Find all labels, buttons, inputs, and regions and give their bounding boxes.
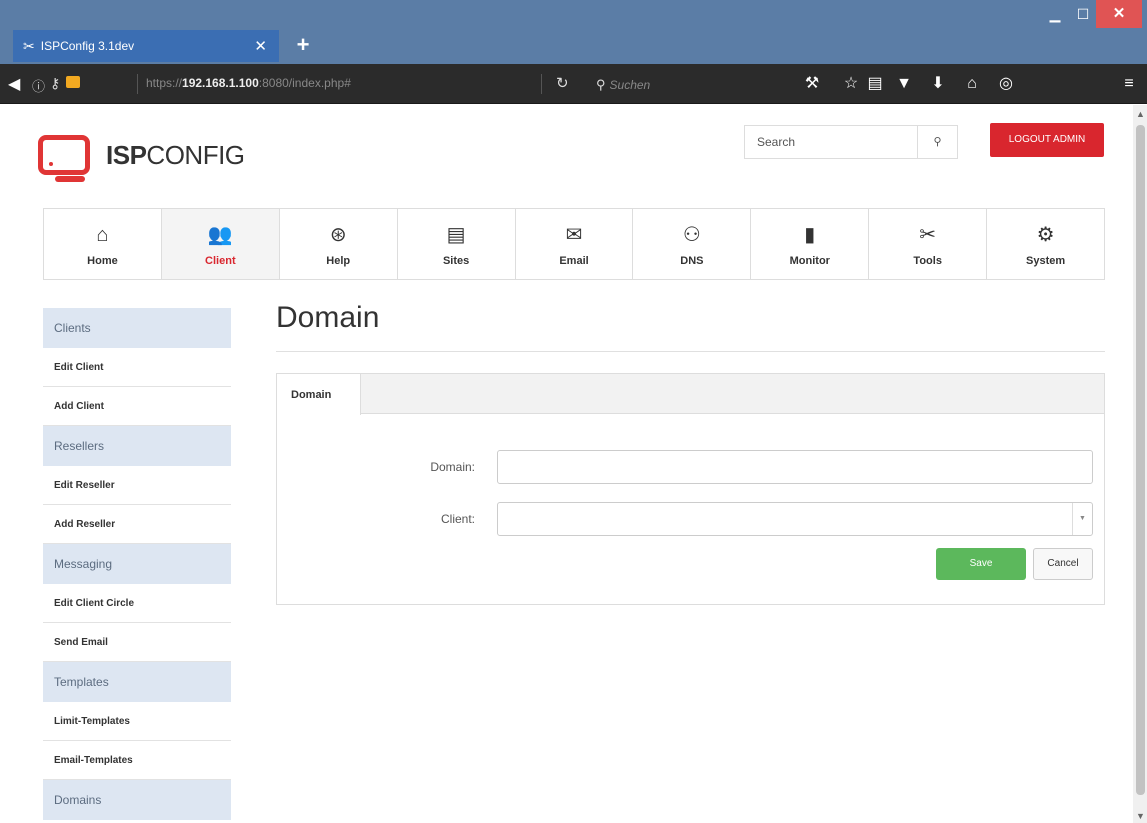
sidebar-header-resellers: Resellers — [43, 426, 231, 466]
menu-icon[interactable]: ≡ — [1118, 73, 1140, 95]
nav-item-sites[interactable]: ▤ Sites — [398, 209, 516, 279]
bookmark-star-icon[interactable]: ☆ — [840, 73, 862, 95]
browser-search-placeholder: Suchen — [609, 78, 651, 92]
client-select[interactable]: ▼ — [497, 502, 1093, 536]
sites-icon: ▤ — [446, 224, 466, 246]
cancel-button[interactable]: Cancel — [1033, 548, 1093, 580]
tools-icon: ✂ — [23, 37, 35, 54]
logo-wordmark: ISPCONFIG — [106, 140, 245, 170]
form-tab-strip — [277, 374, 1104, 414]
logo[interactable]: ISPCONFIG — [38, 133, 298, 183]
browser-navbar: ◀ ⓘ ⚷ https://192.168.1.100:8080/index.p… — [0, 64, 1147, 104]
sidebar-item-edit-reseller[interactable]: Edit Reseller — [43, 466, 231, 505]
separator — [541, 74, 542, 94]
nav-item-system[interactable]: ⚙ System — [987, 209, 1104, 279]
nav-item-email[interactable]: ✉ Email — [516, 209, 634, 279]
save-button[interactable]: Save — [936, 548, 1026, 580]
scroll-up-icon[interactable]: ▲ — [1136, 109, 1145, 119]
browser-search-box[interactable]: ⚲ Suchen — [588, 71, 774, 97]
client-field-label: Client: — [440, 512, 475, 526]
sidebar-item-email-templates[interactable]: Email-Templates — [43, 741, 231, 780]
sidebar-item-edit-client-circle[interactable]: Edit Client Circle — [43, 584, 231, 623]
browser-titlebar: ✂ ISPConfig 3.1dev ✕ + ▁ ☐ ✕ — [0, 0, 1147, 64]
url-host: 192.168.1.100 — [182, 76, 259, 90]
tab-domain[interactable]: Domain — [277, 374, 361, 415]
sidebar-header-clients: Clients — [43, 308, 231, 348]
pocket-icon[interactable]: ▼ — [893, 73, 915, 95]
sidebar-item-add-client[interactable]: Add Client — [43, 387, 231, 426]
close-tab-icon[interactable]: ✕ — [254, 37, 267, 55]
domain-field-label: Domain: — [430, 460, 475, 474]
nav-item-monitor[interactable]: ▮ Monitor — [751, 209, 870, 279]
search-input[interactable] — [745, 126, 915, 158]
lifebuoy-icon: ⊛ — [329, 224, 347, 246]
search-icon: ⚲ — [596, 77, 606, 92]
nav-item-help[interactable]: ⊛ Help — [280, 209, 398, 279]
lock-warning-icon[interactable] — [66, 76, 80, 88]
header-search: ⚲ — [744, 125, 958, 159]
logo-mark-icon — [38, 135, 90, 182]
home-icon[interactable]: ⌂ — [961, 73, 983, 95]
home-icon: ⌂ — [96, 224, 109, 246]
maximize-window-icon[interactable]: ☐ — [1066, 0, 1100, 28]
wrench-icon[interactable]: ⚒ — [801, 73, 823, 95]
chevron-down-icon[interactable]: ▼ — [1072, 503, 1092, 535]
search-icon: ⚲ — [933, 136, 942, 148]
back-arrow-icon[interactable]: ◀ — [8, 74, 20, 94]
page: ISPCONFIG ⚲ LOGOUT ADMIN ⌂ Home 👥 Client… — [0, 105, 1133, 823]
reload-icon[interactable]: ↻ — [556, 74, 569, 92]
new-tab-button[interactable]: + — [289, 32, 317, 60]
sidebar-item-edit-client[interactable]: Edit Client — [43, 348, 231, 387]
url-prefix: https:// — [146, 76, 183, 90]
domain-input[interactable] — [498, 451, 1092, 483]
info-icon[interactable]: ⓘ — [32, 76, 45, 95]
sidebar-header-domains: Domains — [43, 780, 231, 820]
nav-item-client[interactable]: 👥 Client — [161, 209, 280, 279]
scrollbar-thumb[interactable] — [1136, 125, 1145, 795]
sidebar: Clients Edit Client Add Client Resellers… — [43, 308, 231, 820]
browser-tab[interactable]: ✂ ISPConfig 3.1dev ✕ — [13, 30, 279, 62]
tools-icon: ✂ — [919, 224, 937, 246]
domain-form-panel: Domain Domain: Client: ▼ Save Cancel — [276, 373, 1105, 605]
url-bar[interactable]: https://192.168.1.100:8080/index.php# — [146, 76, 351, 90]
sidebar-item-send-email[interactable]: Send Email — [43, 623, 231, 662]
main-nav: ⌂ Home 👥 Client ⊛ Help ▤ Sites ✉ Email ⚇… — [43, 208, 1105, 280]
title-divider — [276, 351, 1105, 352]
sidebar-header-templates: Templates — [43, 662, 231, 702]
separator — [137, 74, 138, 94]
gear-icon: ⚙ — [1036, 224, 1055, 246]
network-icon: ⚇ — [682, 224, 701, 246]
browser-tab-title: ISPConfig 3.1dev — [40, 39, 135, 53]
sidebar-header-messaging: Messaging — [43, 544, 231, 584]
sidebar-item-limit-templates[interactable]: Limit-Templates — [43, 702, 231, 741]
users-icon: 👥 — [207, 224, 233, 246]
download-icon[interactable]: ⬇ — [927, 73, 949, 95]
domain-field-wrapper — [497, 450, 1093, 484]
nav-item-home[interactable]: ⌂ Home — [44, 209, 162, 279]
nav-item-dns[interactable]: ⚇ DNS — [633, 209, 752, 279]
scroll-down-icon[interactable]: ▼ — [1136, 811, 1145, 821]
envelope-icon: ✉ — [565, 224, 583, 246]
logout-button[interactable]: LOGOUT ADMIN — [990, 123, 1104, 157]
page-title: Domain — [276, 301, 380, 334]
reading-list-icon[interactable]: ▤ — [864, 73, 886, 95]
traffic-light-icon: ▮ — [804, 224, 816, 246]
nav-item-tools[interactable]: ✂ Tools — [869, 209, 988, 279]
url-rest: :8080/index.php# — [258, 76, 351, 90]
page-scrollbar[interactable]: ▲ ▼ — [1133, 105, 1147, 823]
search-button[interactable]: ⚲ — [917, 126, 957, 158]
key-icon[interactable]: ⚷ — [50, 75, 60, 92]
sidebar-item-add-reseller[interactable]: Add Reseller — [43, 505, 231, 544]
close-window-icon[interactable]: ✕ — [1096, 0, 1142, 28]
extension-icon[interactable]: ◎ — [995, 73, 1017, 95]
